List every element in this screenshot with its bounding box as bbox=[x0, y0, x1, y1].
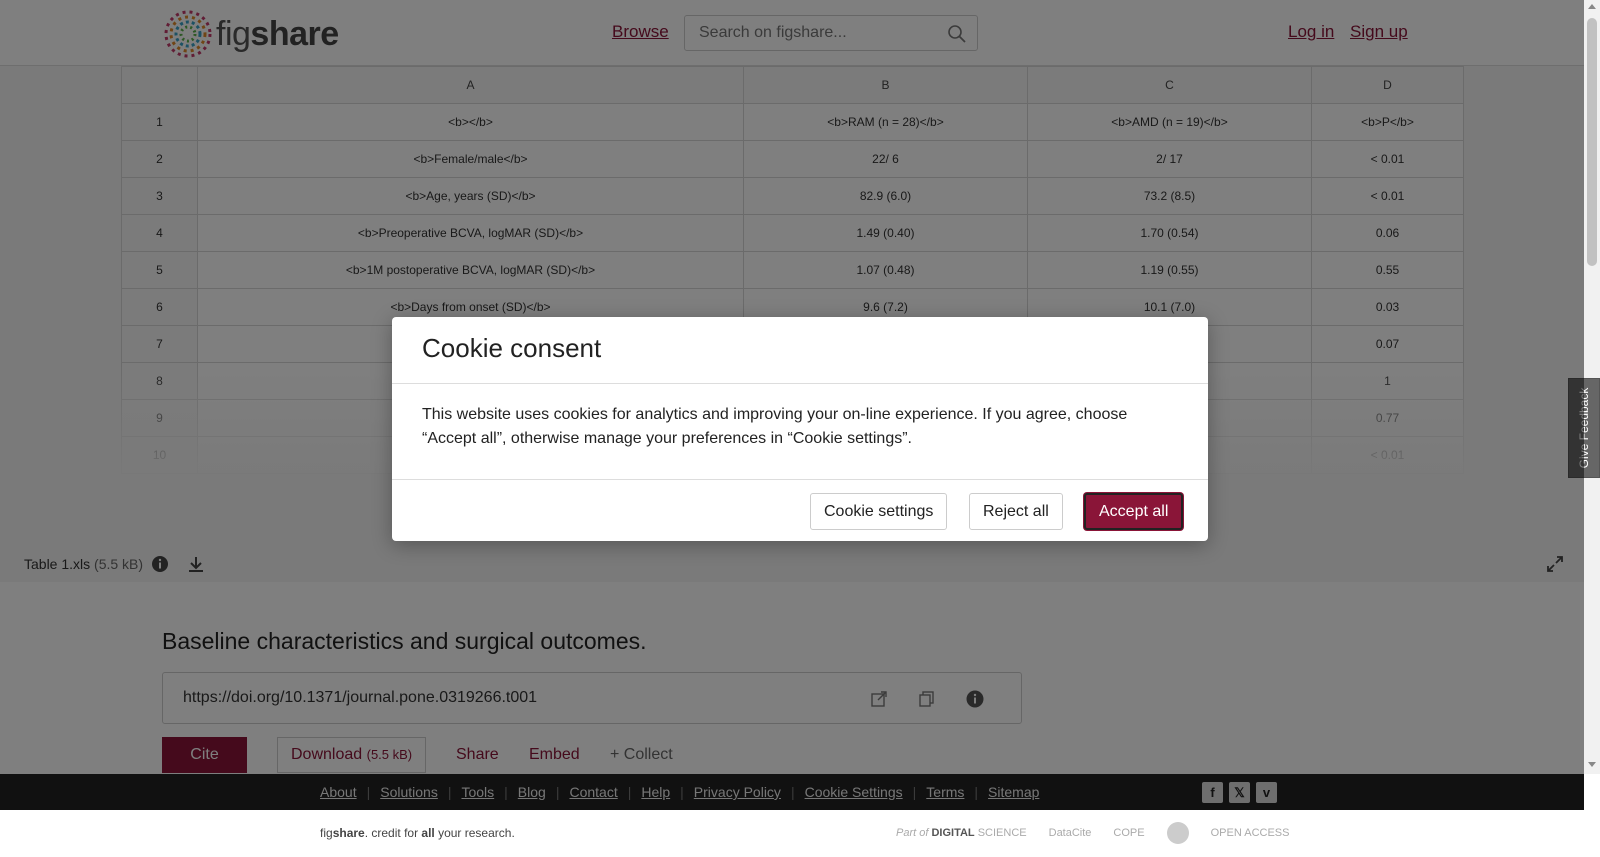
dialog-body: This website uses cookies for analytics … bbox=[422, 406, 1128, 447]
reject-all-button[interactable]: Reject all bbox=[969, 493, 1063, 530]
divider bbox=[392, 383, 1208, 384]
footer-tagline: figshare. credit for all your research. bbox=[320, 826, 515, 840]
partner-logos: Part of DIGITAL SCIENCE DataCite COPE OP… bbox=[896, 822, 1289, 844]
open-access-logo[interactable]: OPEN ACCESS bbox=[1211, 827, 1290, 839]
cope-logo[interactable]: COPE bbox=[1113, 827, 1144, 839]
datacite-logo[interactable]: DataCite bbox=[1049, 827, 1092, 839]
globe-logo-icon[interactable] bbox=[1166, 822, 1189, 844]
scroll-thumb[interactable] bbox=[1587, 18, 1597, 266]
dialog-title: Cookie consent bbox=[422, 333, 602, 363]
cookie-settings-button[interactable]: Cookie settings bbox=[810, 493, 948, 530]
digital-science-logo[interactable]: Part of DIGITAL SCIENCE bbox=[896, 827, 1027, 839]
cookie-consent-dialog: Cookie consent This website uses cookies… bbox=[392, 317, 1208, 541]
scroll-down-arrow-icon[interactable] bbox=[1588, 762, 1596, 767]
footer-bottom: figshare. credit for all your research. … bbox=[0, 810, 1584, 857]
accept-all-button[interactable]: Accept all bbox=[1084, 493, 1184, 530]
divider bbox=[392, 479, 1208, 480]
scroll-up-arrow-icon[interactable] bbox=[1588, 4, 1596, 9]
